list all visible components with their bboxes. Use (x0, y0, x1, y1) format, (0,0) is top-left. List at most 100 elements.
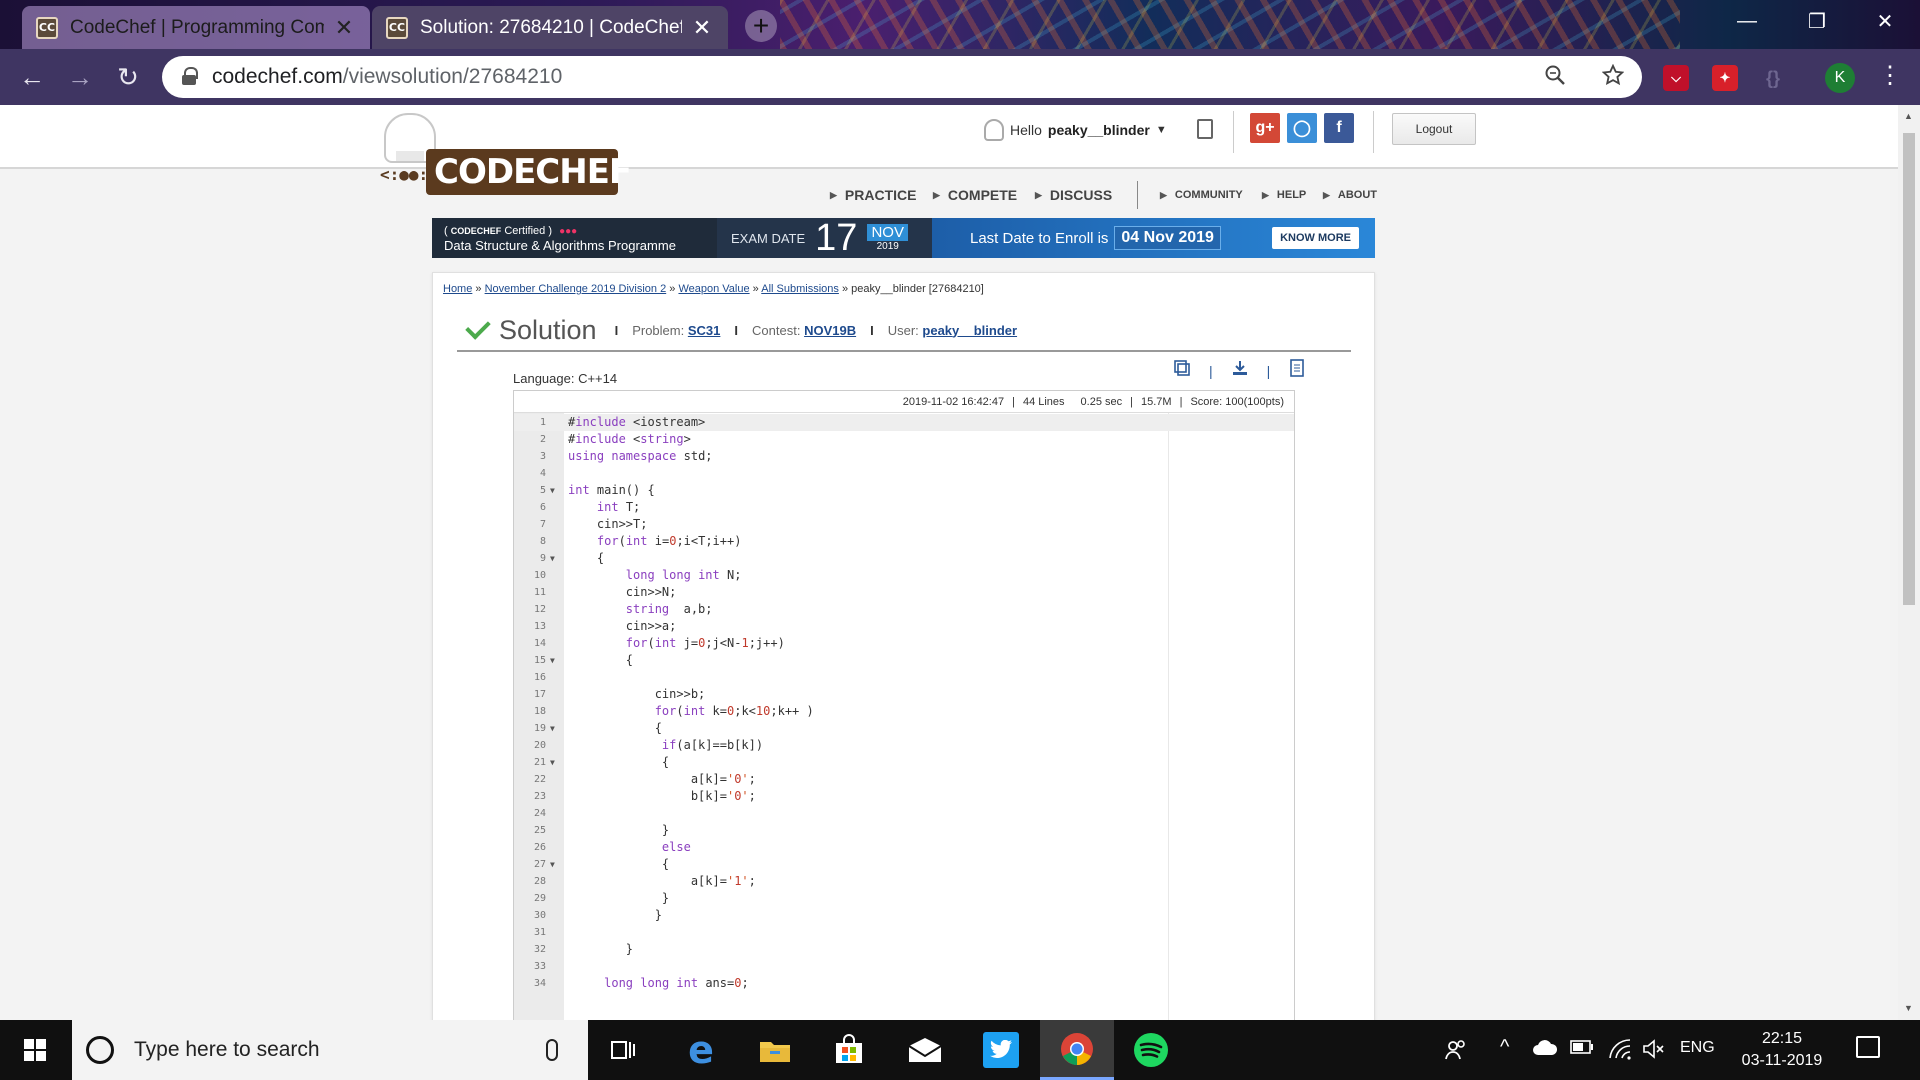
code-line[interactable]: 29 } (514, 890, 1294, 907)
code-line[interactable]: 14 for(int j=0;j<N-1;j++) (514, 635, 1294, 652)
cortana-icon[interactable] (86, 1036, 114, 1064)
code-line[interactable]: 15 ▼ { (514, 652, 1294, 669)
nav-compete[interactable]: ▶ COMPETE (933, 187, 1017, 203)
pocket-extension-icon[interactable]: ⌵ (1663, 65, 1689, 91)
download-icon[interactable] (1231, 359, 1249, 382)
code-line[interactable]: 5 ▼ int main() { (514, 482, 1294, 499)
new-tab-button[interactable]: + (745, 10, 777, 42)
code-line[interactable]: 32 } (514, 941, 1294, 958)
code-line[interactable]: 27 ▼ { (514, 856, 1294, 873)
fold-toggle-icon[interactable]: ▼ (550, 482, 555, 499)
nav-community[interactable]: ▶ COMMUNITY (1160, 189, 1243, 201)
start-button[interactable] (0, 1020, 70, 1080)
username-link[interactable]: peaky__blinder (1048, 122, 1150, 138)
address-bar[interactable]: codechef.com/viewsolution/27684210 (162, 56, 1642, 98)
promo-banner[interactable]: ( CODECHEF Certified ) ●●● Data Structur… (432, 218, 1375, 258)
copy-icon[interactable] (1173, 359, 1191, 382)
extension-icon[interactable]: ✦ (1712, 65, 1738, 91)
taskbar-search[interactable]: Type here to search (72, 1020, 588, 1080)
github-icon[interactable]: ◯ (1287, 113, 1317, 143)
chrome-icon[interactable] (1040, 1020, 1114, 1080)
spotify-icon[interactable] (1114, 1020, 1188, 1080)
know-more-button[interactable]: KNOW MORE (1272, 227, 1359, 249)
user-link[interactable]: peaky__blinder (922, 323, 1017, 338)
fold-toggle-icon[interactable]: ▼ (550, 856, 555, 873)
action-center-icon[interactable] (1856, 1036, 1880, 1058)
fold-toggle-icon[interactable]: ▼ (550, 550, 555, 567)
code-line[interactable]: 9 ▼ { (514, 550, 1294, 567)
back-button[interactable]: ← (14, 59, 50, 95)
profile-avatar[interactable]: K (1825, 63, 1855, 93)
code-line[interactable]: 26 else (514, 839, 1294, 856)
code-line[interactable]: 11 cin>>N; (514, 584, 1294, 601)
nav-help[interactable]: ▶ HELP (1262, 189, 1306, 201)
breadcrumb-home[interactable]: Home (443, 283, 472, 295)
code-line[interactable]: 28 a[k]='1'; (514, 873, 1294, 890)
scroll-down-icon[interactable]: ▼ (1904, 1003, 1913, 1013)
open-in-ide-icon[interactable] (1288, 359, 1306, 382)
system-clock[interactable]: 22:15 03-11-2019 (1732, 1028, 1832, 1072)
reload-button[interactable]: ↻ (110, 59, 146, 95)
chevron-up-icon[interactable]: ^ (1500, 1036, 1509, 1059)
nav-practice[interactable]: ▶ PRACTICE (830, 187, 916, 203)
nav-discuss[interactable]: ▶ DISCUSS (1035, 187, 1112, 203)
fold-toggle-icon[interactable]: ▼ (550, 720, 555, 737)
battery-icon[interactable] (1570, 1040, 1594, 1059)
code-line[interactable]: 34 long long int ans=0; (514, 975, 1294, 992)
codechef-logo[interactable]: <:●●:> CODECHEF (380, 113, 632, 199)
mail-icon[interactable] (888, 1020, 962, 1080)
code-line[interactable]: 8 for(int i=0;i<T;i++) (514, 533, 1294, 550)
code-line[interactable]: 6 int T; (514, 499, 1294, 516)
facebook-icon[interactable]: f (1324, 113, 1354, 143)
volume-muted-icon[interactable] (1642, 1038, 1666, 1065)
code-line[interactable]: 16 (514, 669, 1294, 686)
code-line[interactable]: 18 for(int k=0;k<10;k++ ) (514, 703, 1294, 720)
url-text[interactable]: codechef.com/viewsolution/27684210 (212, 65, 562, 89)
edge-icon[interactable]: e (664, 1020, 738, 1080)
code-line[interactable]: 31 (514, 924, 1294, 941)
code-line[interactable]: 12 string a,b; (514, 601, 1294, 618)
scroll-up-icon[interactable]: ▲ (1904, 111, 1913, 121)
google-plus-icon[interactable]: g+ (1250, 113, 1280, 143)
code-line[interactable]: 4 (514, 465, 1294, 482)
close-window-button[interactable]: ✕ (1850, 0, 1920, 42)
code-line[interactable]: 23 b[k]='0'; (514, 788, 1294, 805)
problem-link[interactable]: SC31 (688, 323, 721, 338)
code-line[interactable]: 22 a[k]='0'; (514, 771, 1294, 788)
scrollbar-thumb[interactable] (1903, 133, 1915, 605)
code-line[interactable]: 7 cin>>T; (514, 516, 1294, 533)
code-line[interactable]: 30 } (514, 907, 1294, 924)
search-placeholder[interactable]: Type here to search (134, 1038, 546, 1062)
json-extension-icon[interactable]: {} (1760, 65, 1786, 91)
breadcrumb-submissions[interactable]: All Submissions (761, 283, 839, 295)
code-line[interactable]: 17 cin>>b; (514, 686, 1294, 703)
code-line[interactable]: 3 using namespace std; (514, 448, 1294, 465)
fold-toggle-icon[interactable]: ▼ (550, 754, 555, 771)
input-language[interactable]: ENG (1680, 1039, 1715, 1057)
code-line[interactable]: 13 cin>>a; (514, 618, 1294, 635)
code-line[interactable]: 21 ▼ { (514, 754, 1294, 771)
nav-about[interactable]: ▶ ABOUT (1323, 189, 1377, 201)
people-icon[interactable] (1444, 1038, 1468, 1067)
code-line[interactable]: 2 #include <string> (514, 431, 1294, 448)
forward-button[interactable]: → (62, 59, 98, 95)
code-line[interactable]: 20 if(a[k]==b[k]) (514, 737, 1294, 754)
wifi-icon[interactable] (1608, 1038, 1632, 1065)
minimize-button[interactable]: — (1712, 0, 1782, 42)
chrome-menu-icon[interactable]: ⋮ (1878, 61, 1902, 90)
logout-button[interactable]: Logout (1392, 113, 1476, 145)
code-line[interactable]: 33 (514, 958, 1294, 975)
maximize-button[interactable]: ❐ (1782, 0, 1852, 42)
page-scrollbar[interactable]: ▲ ▼ (1898, 105, 1920, 1020)
bookmark-star-icon[interactable] (1601, 63, 1625, 92)
task-view-icon[interactable] (586, 1020, 660, 1080)
code-line[interactable]: 25 } (514, 822, 1294, 839)
browser-tab-solution[interactable]: CC Solution: 27684210 | CodeChef ✕ (372, 6, 728, 49)
lock-icon[interactable] (182, 67, 198, 85)
breadcrumb-problem[interactable]: Weapon Value (678, 283, 749, 295)
twitter-icon[interactable] (964, 1020, 1038, 1080)
code-viewer[interactable]: 2019-11-02 16:42:47 | 44 Lines 0.25 sec … (513, 390, 1295, 1020)
code-line[interactable]: 19 ▼ { (514, 720, 1294, 737)
user-menu[interactable]: Hello peaky__blinder ▼ (984, 115, 1167, 145)
store-icon[interactable] (812, 1020, 886, 1080)
